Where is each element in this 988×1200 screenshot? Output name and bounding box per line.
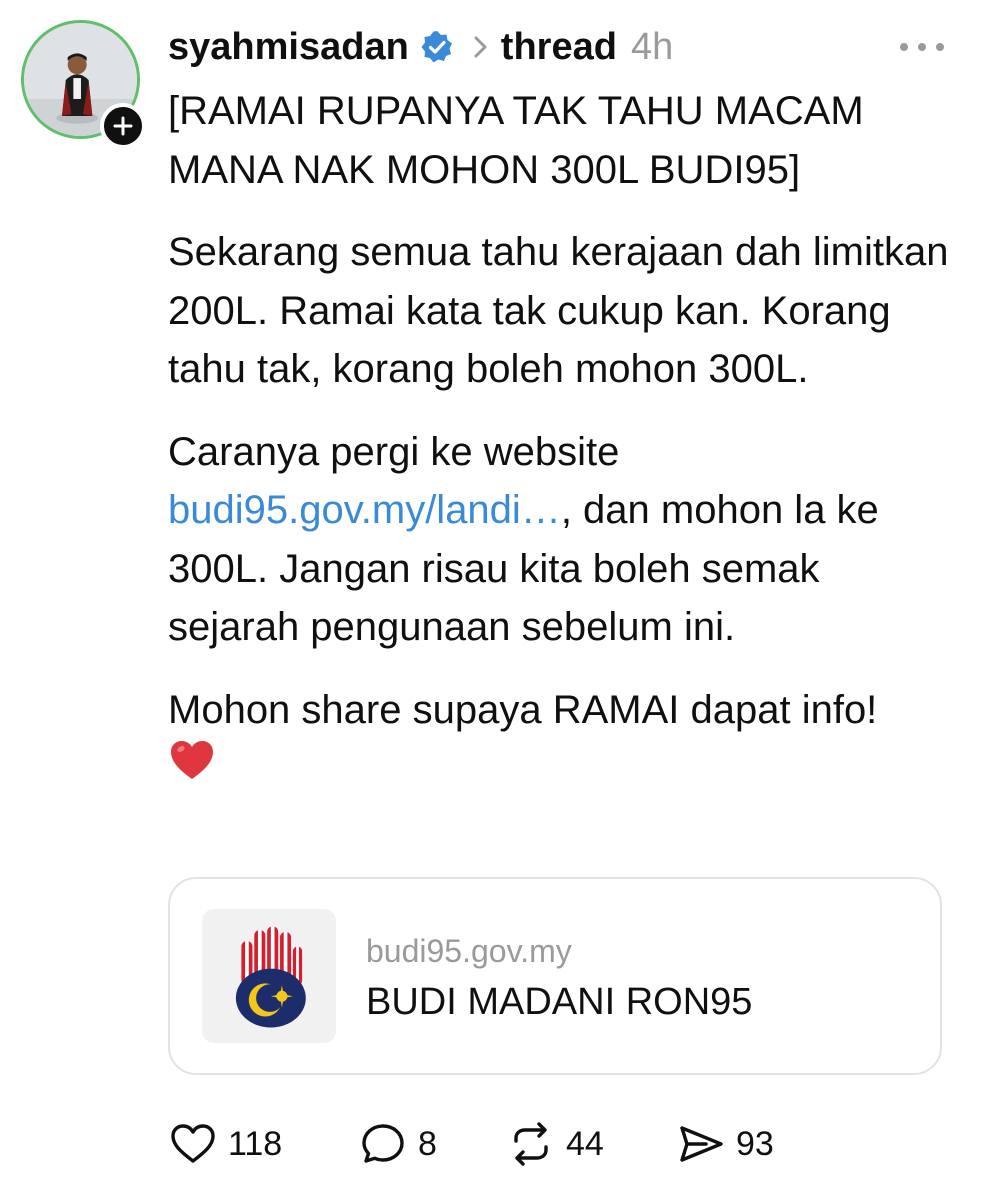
- repost-button[interactable]: 44: [506, 1116, 604, 1172]
- comment-bubble-icon: [362, 1124, 404, 1163]
- post-timestamp: 4h: [630, 26, 674, 68]
- thread-link[interactable]: thread: [501, 22, 617, 72]
- link-title: BUDI MADANI RON95: [366, 981, 753, 1023]
- follow-button[interactable]: [100, 103, 146, 149]
- reply-count: 8: [418, 1124, 437, 1163]
- post-paragraph: Sekarang semua tahu kerajaan dah limitka…: [168, 230, 949, 391]
- post-text: Mohon share supaya RAMAI dapat info!: [168, 687, 878, 732]
- more-options-button[interactable]: [900, 32, 944, 62]
- link-preview-card[interactable]: budi95.gov.my BUDI MADANI RON95: [168, 877, 942, 1075]
- post-action-bar: 118 8 44 93: [168, 1116, 868, 1172]
- share-count: 93: [736, 1124, 774, 1163]
- post-body: [RAMAI RUPANYA TAK TAHU MACAM MANA NAK M…: [168, 82, 958, 785]
- more-dot-icon: [918, 43, 926, 51]
- plus-icon: [113, 116, 133, 136]
- author-avatar-group[interactable]: [21, 20, 146, 149]
- link-domain: budi95.gov.my: [366, 933, 572, 969]
- more-dot-icon: [936, 43, 944, 51]
- post-link[interactable]: budi95.gov.my/landi…: [168, 488, 561, 532]
- heart-outline-icon: [171, 1124, 215, 1163]
- like-button[interactable]: 118: [168, 1116, 282, 1172]
- post-paragraph: Caranya pergi ke website budi95.gov.my/la…: [168, 423, 958, 657]
- like-count: 118: [228, 1124, 283, 1163]
- post-text: Caranya pergi ke website: [168, 429, 620, 474]
- verified-badge-icon: [421, 31, 452, 63]
- repost-icon: [514, 1122, 548, 1166]
- chevron-right-icon: [474, 36, 487, 58]
- link-thumbnail: [202, 909, 336, 1043]
- more-dot-icon: [900, 43, 908, 51]
- post-paragraph: Mohon share supaya RAMAI dapat info!: [168, 681, 958, 740]
- red-heart-emoji-icon: [171, 741, 213, 779]
- username[interactable]: syahmisadan: [168, 22, 409, 72]
- reply-button[interactable]: 8: [358, 1116, 437, 1172]
- repost-count: 44: [566, 1124, 604, 1163]
- post-header: syahmisadan thread 4h: [168, 22, 673, 72]
- send-icon: [680, 1126, 723, 1162]
- share-button[interactable]: 93: [676, 1116, 774, 1172]
- budi-madani-logo-icon: [235, 926, 306, 1028]
- post-title: [RAMAI RUPANYA TAK TAHU MACAM MANA NAK M…: [168, 89, 864, 192]
